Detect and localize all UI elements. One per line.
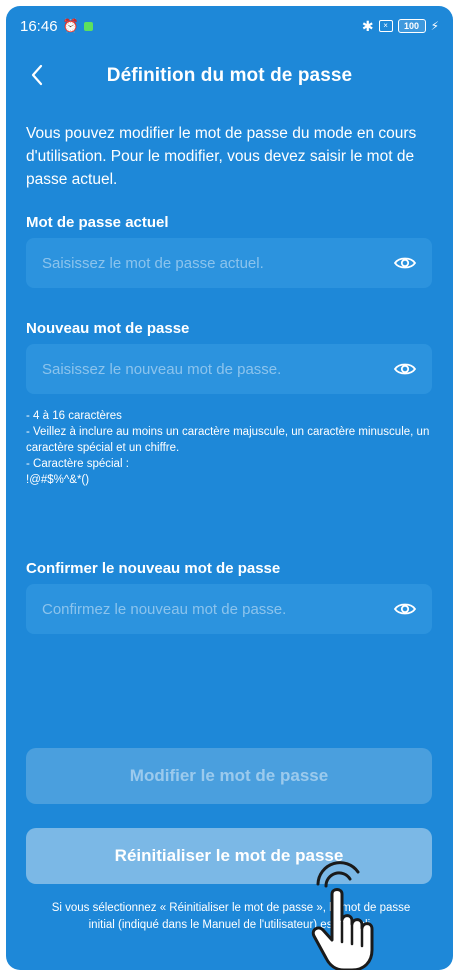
rule-special-label: - Caractère spécial :	[26, 458, 129, 470]
rule-composition: - Veillez à inclure au moins un caractèr…	[26, 426, 430, 454]
status-right: ✱ × 100 ⚡	[362, 18, 439, 35]
app-screen: 16:46 ⏰ ✱ × 100 ⚡ Définition du mot de p…	[6, 6, 453, 970]
battery-level: 100	[404, 21, 420, 31]
back-button[interactable]	[22, 60, 52, 90]
new-password-input[interactable]	[42, 360, 392, 378]
new-password-field	[26, 344, 432, 394]
status-bar: 16:46 ⏰ ✱ × 100 ⚡	[6, 6, 453, 46]
modify-password-button[interactable]: Modifier le mot de passe	[26, 748, 432, 804]
eye-icon	[393, 603, 417, 615]
charging-icon: ⚡	[430, 19, 439, 33]
show-confirm-password-button[interactable]	[392, 598, 418, 620]
intro-text: Vous pouvez modifier le mot de passe du …	[26, 125, 417, 188]
battery-icon: 100	[397, 19, 426, 33]
password-rules: - 4 à 16 caractères - Veillez à inclure …	[26, 408, 436, 488]
rule-length: - 4 à 16 caractères	[26, 410, 122, 422]
alarm-off-icon: ⏰	[62, 18, 79, 33]
status-time: 16:46	[20, 17, 58, 35]
current-password-field	[26, 238, 432, 288]
new-password-label: Nouveau mot de passe	[26, 320, 190, 337]
hand-pointer-icon	[311, 861, 374, 970]
app-notification-icon	[83, 21, 93, 31]
page-title: Définition du mot de passe	[106, 65, 353, 86]
rule-special-chars: !@#$%^&*()	[26, 474, 90, 486]
status-left: 16:46 ⏰	[20, 18, 93, 35]
bluetooth-icon: ✱	[361, 17, 374, 34]
current-password-input[interactable]	[42, 254, 392, 272]
sim-icon: ×	[378, 20, 393, 32]
show-current-password-button[interactable]	[392, 252, 418, 274]
header: Définition du mot de passe	[6, 50, 453, 102]
eye-icon	[393, 257, 417, 269]
chevron-left-icon	[31, 64, 43, 86]
show-new-password-button[interactable]	[392, 358, 418, 380]
eye-icon	[393, 363, 417, 375]
current-password-label: Mot de passe actuel	[26, 214, 169, 231]
confirm-password-field	[26, 584, 432, 634]
confirm-password-input[interactable]	[42, 600, 392, 618]
confirm-password-label: Confirmer le nouveau mot de passe	[26, 560, 281, 577]
